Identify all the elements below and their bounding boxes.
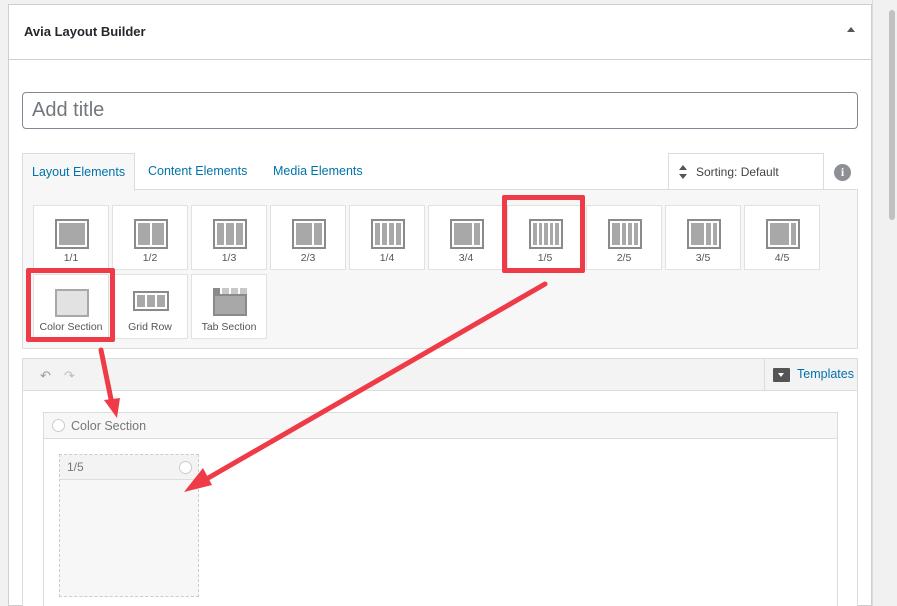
undo-icon[interactable]: ↶ (40, 368, 51, 384)
builder-canvas: ↶ ↷ Templates Color Section 1/5 (22, 358, 858, 606)
column-2-3-icon (292, 219, 326, 249)
sort-arrows-icon (679, 165, 687, 179)
title-input[interactable] (22, 92, 858, 129)
column-radio[interactable] (179, 461, 192, 474)
tile-label: 2/5 (616, 252, 632, 264)
layout-elements-box: 1/1 1/2 1/3 2/3 1/4 3/4 1/5 2/5 3/5 4/5 … (22, 189, 858, 349)
tab-section-icon (213, 288, 247, 316)
panel-title: Avia Layout Builder (24, 24, 146, 39)
element-tile-1-2[interactable]: 1/2 (112, 205, 188, 270)
builder-toolbar: ↶ ↷ Templates (23, 359, 857, 391)
tile-label: 4/5 (774, 252, 790, 264)
element-tile-2-3[interactable]: 2/3 (270, 205, 346, 270)
column-2-5-icon (608, 219, 642, 249)
page-scrollbar[interactable] (872, 0, 897, 606)
tile-label: Tab Section (201, 321, 257, 333)
layout-builder-panel: Avia Layout Builder Layout Elements Cont… (8, 4, 872, 606)
column-3-4-icon (450, 219, 484, 249)
tile-label: 2/3 (300, 252, 316, 264)
highlight-color-section (26, 268, 115, 342)
tile-label: 1/2 (142, 252, 158, 264)
info-icon[interactable]: i (834, 164, 851, 181)
templates-icon (773, 368, 790, 382)
element-tile-grid-row[interactable]: Grid Row (112, 274, 188, 339)
highlight-one-fifth (502, 195, 585, 273)
column-one-fifth-block[interactable]: 1/5 (59, 454, 199, 597)
column-4-5-icon (766, 219, 800, 249)
color-section-block[interactable]: Color Section 1/5 (43, 412, 838, 606)
tile-label: 1/3 (221, 252, 237, 264)
tile-label: Grid Row (128, 321, 172, 333)
tab-media-elements[interactable]: Media Elements (264, 153, 372, 190)
tile-label: 3/4 (458, 252, 474, 264)
collapse-toggle-icon[interactable] (847, 27, 855, 32)
tile-label: 3/5 (695, 252, 711, 264)
sorting-label: Sorting: Default (696, 165, 779, 179)
sorting-dropdown[interactable]: Sorting: Default (668, 153, 824, 190)
column-label: 1/5 (67, 460, 84, 474)
color-section-label: Color Section (71, 419, 147, 433)
tab-layout-elements[interactable]: Layout Elements (22, 153, 136, 191)
column-1-4-icon (371, 219, 405, 249)
templates-label: Templates (797, 367, 854, 381)
tab-content-elements[interactable]: Content Elements (139, 153, 256, 190)
element-tile-1-1[interactable]: 1/1 (33, 205, 109, 270)
column-header[interactable]: 1/5 (60, 455, 198, 480)
scrollbar-thumb[interactable] (889, 10, 895, 220)
color-section-header[interactable]: Color Section (44, 413, 837, 439)
tile-label: 1/4 (379, 252, 395, 264)
element-tile-1-3[interactable]: 1/3 (191, 205, 267, 270)
section-radio[interactable] (52, 419, 65, 432)
column-1-3-icon (213, 219, 247, 249)
element-tile-4-5[interactable]: 4/5 (744, 205, 820, 270)
redo-icon[interactable]: ↷ (64, 368, 75, 384)
element-tile-2-5[interactable]: 2/5 (586, 205, 662, 270)
column-1-1-icon (55, 219, 89, 249)
column-3-5-icon (687, 219, 721, 249)
panel-header: Avia Layout Builder (9, 5, 871, 60)
element-tile-3-5[interactable]: 3/5 (665, 205, 741, 270)
tile-label: 1/1 (63, 252, 79, 264)
templates-button[interactable]: Templates (764, 359, 857, 390)
column-1-2-icon (134, 219, 168, 249)
element-tile-1-4[interactable]: 1/4 (349, 205, 425, 270)
grid-row-icon (133, 291, 169, 311)
element-tile-tab-section[interactable]: Tab Section (191, 274, 267, 339)
element-tile-3-4[interactable]: 3/4 (428, 205, 504, 270)
